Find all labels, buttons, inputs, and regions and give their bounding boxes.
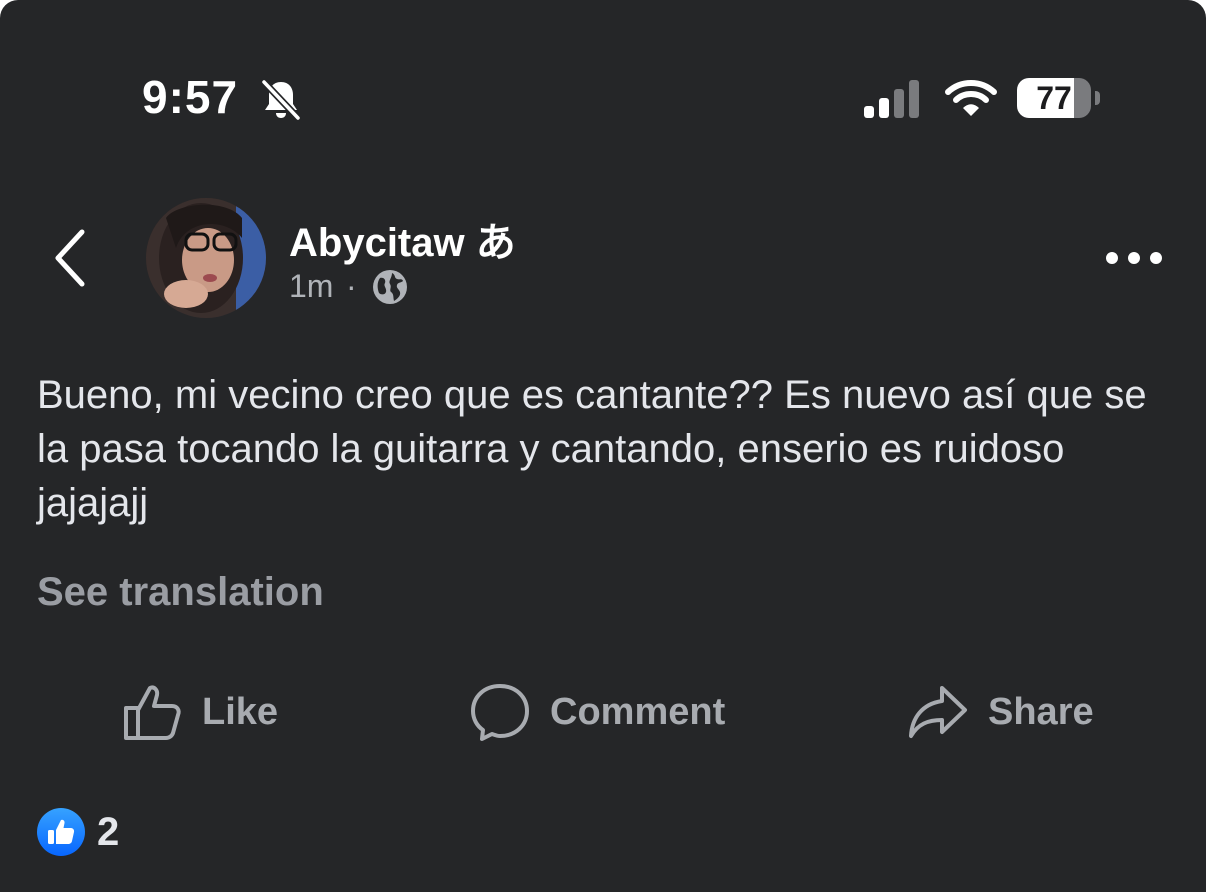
post-text: Bueno, mi vecino creo que es cantante?? …: [37, 373, 1147, 525]
status-time: 9:57: [142, 71, 239, 123]
meta-separator: ·: [346, 268, 357, 304]
avatar[interactable]: [146, 198, 266, 318]
reaction-count[interactable]: 2: [97, 810, 119, 855]
like-button[interactable]: Like: [122, 680, 278, 744]
battery-indicator: 77: [1017, 78, 1103, 118]
avatar-image: [146, 198, 266, 318]
post-timestamp[interactable]: 1m: [289, 268, 333, 305]
share-arrow-icon: [909, 686, 967, 738]
globe-icon: [373, 270, 407, 304]
battery-percent: 77: [1036, 80, 1072, 116]
author-name[interactable]: Abycitaw あ: [289, 210, 516, 268]
share-button[interactable]: Share: [908, 680, 1094, 744]
comment-label: Comment: [550, 690, 726, 733]
thumbs-up-icon: [124, 685, 181, 740]
like-reaction-icon[interactable]: [37, 808, 85, 856]
post-screen: 9:57 77 Abycitaw あ 1m · Bueno, mi vecino…: [0, 0, 1206, 892]
battery-cap: [1095, 91, 1100, 105]
comment-button[interactable]: Comment: [470, 680, 725, 744]
cellular-signal-icon: [864, 80, 919, 118]
ellipsis-icon[interactable]: [1104, 248, 1164, 268]
wifi-icon: [945, 80, 997, 116]
comment-bubble-icon: [471, 684, 529, 741]
see-translation-link[interactable]: See translation: [37, 570, 324, 615]
chevron-left-icon[interactable]: [50, 228, 90, 288]
share-label: Share: [988, 690, 1094, 733]
bell-slash-icon: [260, 78, 302, 122]
like-label: Like: [202, 690, 279, 733]
